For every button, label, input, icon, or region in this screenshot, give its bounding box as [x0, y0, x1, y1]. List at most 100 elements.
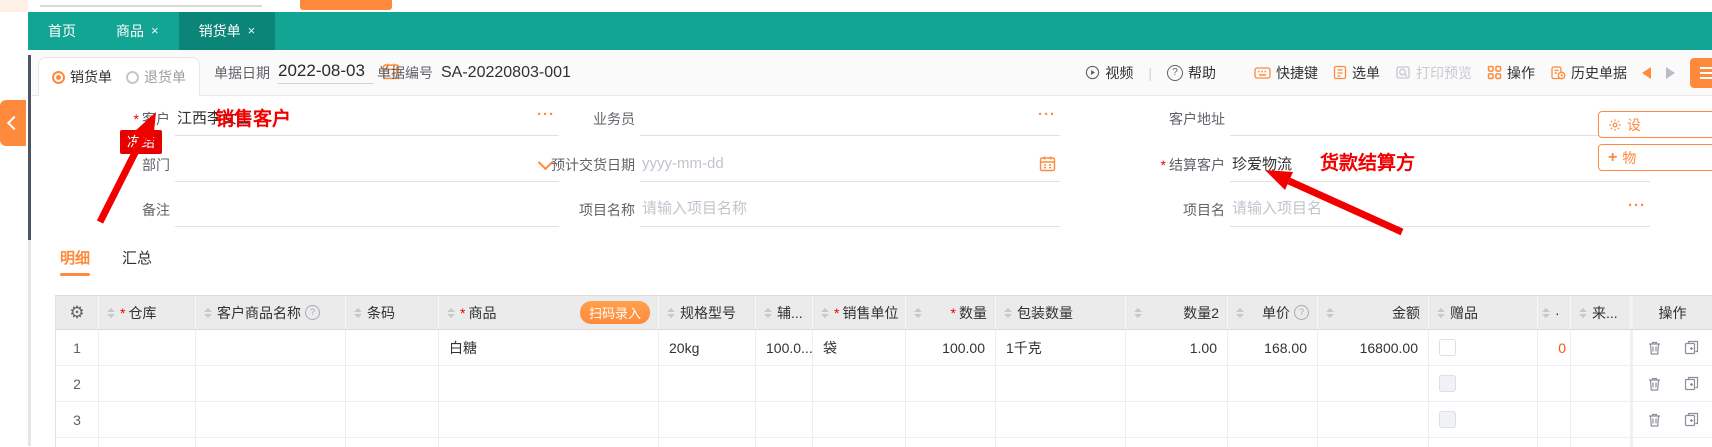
cell-aux[interactable]: 100.0...	[756, 330, 813, 365]
col-barcode[interactable]: 条码	[346, 296, 439, 329]
col-qty[interactable]: *数量	[906, 296, 996, 329]
cell-aux[interactable]	[756, 402, 813, 437]
project-input[interactable]	[1230, 193, 1650, 223]
cell-warehouse[interactable]	[99, 366, 196, 401]
sort-icon[interactable]	[821, 308, 829, 318]
help-circle-icon[interactable]: ?	[1294, 305, 1309, 320]
col-customer-product[interactable]: 客户商品名称?	[196, 296, 346, 329]
next-arrow-icon[interactable]	[1666, 67, 1675, 79]
sort-icon[interactable]	[447, 308, 455, 318]
col-amount[interactable]: 金额	[1318, 296, 1429, 329]
cell-warehouse[interactable]	[99, 402, 196, 437]
sort-icon[interactable]	[1004, 308, 1012, 318]
operate-button[interactable]: 操作	[1487, 63, 1535, 83]
add-side-button[interactable]: + 物	[1598, 144, 1712, 171]
sort-icon[interactable]	[1134, 308, 1142, 318]
col-gift[interactable]: 赠品	[1429, 296, 1538, 329]
col-spec[interactable]: 规格型号	[659, 296, 756, 329]
gift-checkbox[interactable]	[1439, 339, 1456, 356]
nav-tab-products[interactable]: 商品 ×	[96, 12, 179, 50]
pick-doc-button[interactable]: 选单	[1333, 63, 1380, 83]
calendar-icon[interactable]	[1039, 155, 1056, 175]
cell-product[interactable]	[439, 402, 659, 437]
cell-product[interactable]	[439, 366, 659, 401]
sort-icon[interactable]	[914, 308, 922, 318]
sort-icon[interactable]	[1579, 308, 1587, 318]
doc-date-input[interactable]	[278, 61, 374, 84]
help-circle-icon[interactable]: ?	[305, 305, 320, 320]
cell-amount[interactable]	[1318, 366, 1429, 401]
sidebar-collapse-tab[interactable]	[0, 100, 26, 146]
cell-customer-product[interactable]	[196, 366, 346, 401]
col-warehouse[interactable]: *仓库	[99, 296, 196, 329]
settle-customer-input[interactable]	[1230, 148, 1650, 178]
video-button[interactable]: 视频	[1085, 63, 1133, 83]
cell-aux[interactable]	[756, 366, 813, 401]
cell-spec[interactable]	[659, 402, 756, 437]
scan-entry-button[interactable]: 扫码录入	[580, 301, 650, 324]
cell-qty[interactable]	[906, 402, 996, 437]
cell-amount[interactable]	[1318, 402, 1429, 437]
radio-return-order[interactable]: 退货单	[126, 67, 186, 87]
col-pack-qty[interactable]: 包装数量	[996, 296, 1126, 329]
cell-barcode[interactable]	[346, 330, 439, 365]
radio-sales-order[interactable]: 销货单	[52, 67, 112, 87]
copy-row-icon[interactable]	[1684, 376, 1699, 391]
project-name-input[interactable]	[640, 193, 1060, 223]
close-icon[interactable]: ×	[248, 12, 256, 50]
history-docs-button[interactable]: 历史单据	[1550, 63, 1627, 83]
nav-tab-sales-order[interactable]: 销货单 ×	[179, 12, 276, 50]
delete-row-icon[interactable]	[1647, 412, 1662, 428]
more-icon[interactable]: ···	[1038, 106, 1056, 123]
cell-customer-product[interactable]	[196, 330, 346, 365]
more-icon[interactable]: ···	[1628, 197, 1646, 214]
cell-amount[interactable]: 16800.00	[1318, 330, 1429, 365]
sort-icon[interactable]	[1437, 308, 1445, 318]
cell-customer-product[interactable]	[196, 402, 346, 437]
tab-detail[interactable]: 明细	[60, 247, 90, 277]
settings-side-button[interactable]: 设	[1598, 111, 1712, 138]
col-qty2[interactable]: 数量2	[1126, 296, 1228, 329]
cell-qty[interactable]: 100.00	[906, 330, 996, 365]
copy-row-icon[interactable]	[1684, 340, 1699, 355]
nav-tab-home[interactable]: 首页	[28, 12, 96, 50]
cell-unit[interactable]: 袋	[813, 330, 906, 365]
sort-icon[interactable]	[764, 308, 772, 318]
cell-spec[interactable]: 20kg	[659, 330, 756, 365]
delete-row-icon[interactable]	[1647, 340, 1662, 356]
col-sale-unit[interactable]: *销售单位	[813, 296, 906, 329]
col-misc[interactable]: ·	[1538, 296, 1571, 329]
cell-price[interactable]: 168.00	[1228, 330, 1318, 365]
help-button[interactable]: ? 帮助	[1167, 63, 1216, 83]
cell-qty2[interactable]	[1126, 366, 1228, 401]
print-preview-button[interactable]: 打印预览	[1395, 63, 1472, 83]
cell-pack-qty[interactable]: 1千克	[996, 330, 1126, 365]
close-icon[interactable]: ×	[151, 12, 159, 50]
cell-qty2[interactable]	[1126, 402, 1228, 437]
delivery-date-input[interactable]	[640, 148, 1060, 178]
cell-pack-qty[interactable]	[996, 402, 1126, 437]
cell-price[interactable]	[1228, 402, 1318, 437]
column-settings-button[interactable]: ⚙	[56, 296, 99, 329]
cell-pack-qty[interactable]	[996, 366, 1126, 401]
remark-input[interactable]	[175, 193, 559, 223]
cell-warehouse[interactable]	[99, 330, 196, 365]
prev-arrow-icon[interactable]	[1642, 67, 1651, 79]
cell-price[interactable]	[1228, 366, 1318, 401]
sort-icon[interactable]	[667, 308, 675, 318]
salesman-input[interactable]	[640, 102, 1060, 132]
cell-qty[interactable]	[906, 366, 996, 401]
cell-unit[interactable]	[813, 402, 906, 437]
address-input[interactable]	[1230, 102, 1650, 132]
delete-row-icon[interactable]	[1647, 376, 1662, 392]
sort-icon[interactable]	[204, 308, 212, 318]
department-select[interactable]	[175, 148, 559, 178]
col-source[interactable]: 来...	[1571, 296, 1631, 329]
col-aux[interactable]: 辅...	[756, 296, 813, 329]
scrollbar-thumb[interactable]	[28, 55, 31, 240]
sort-icon[interactable]	[1236, 308, 1244, 318]
cell-barcode[interactable]	[346, 366, 439, 401]
shortcut-keys-button[interactable]: 快捷键	[1254, 63, 1318, 83]
sort-icon[interactable]	[1326, 308, 1334, 318]
cell-spec[interactable]	[659, 366, 756, 401]
